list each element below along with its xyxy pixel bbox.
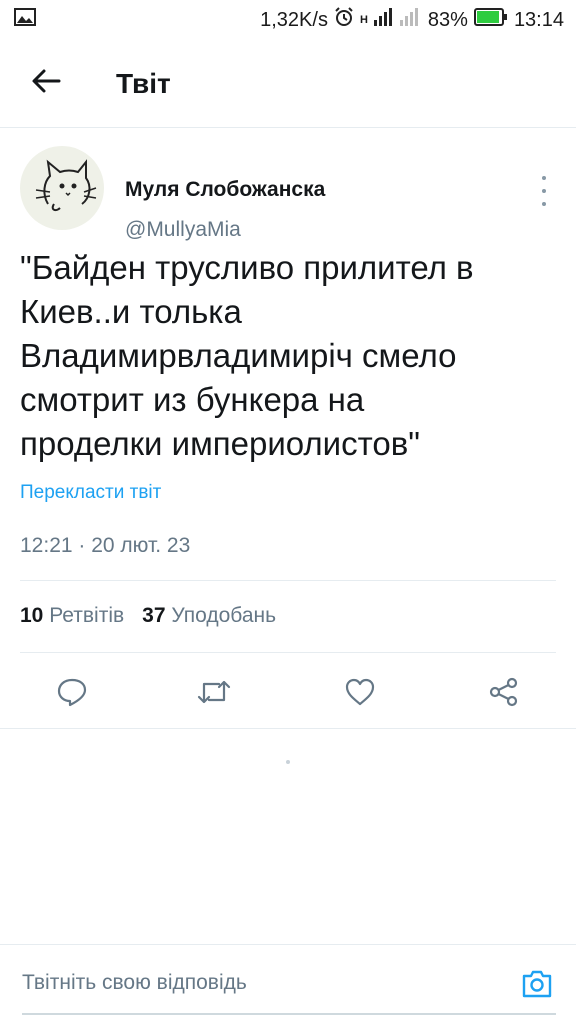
signal-icon [373,8,422,32]
tweet-text-line: смотрит из бункера на [20,381,365,418]
author-name[interactable]: Муля Слобожанска [125,178,325,202]
top-bar: Твіт [0,40,576,128]
status-bar: 1,32K/s H 83% 13:14 [0,0,576,40]
reply-button[interactable] [48,670,96,718]
alarm-icon [334,7,354,33]
back-button[interactable] [14,52,78,116]
divider [20,652,556,653]
likes-stat[interactable]: 37 Уподобань [142,604,276,628]
cat-avatar-icon [35,159,97,212]
input-underline [22,1013,556,1015]
image-icon [14,8,36,32]
reply-bar: Твітніть свою відповідь [0,944,576,1024]
tweet-text-line: Владимирвладимиріч смело [20,337,457,374]
retweets-count: 10 [20,604,44,627]
author-handle[interactable]: @MullyaMia [125,218,241,242]
share-icon [488,677,520,712]
section-divider [0,728,576,729]
clock: 13:14 [513,8,564,31]
retweet-icon [197,678,231,711]
translate-tweet-link[interactable]: Перекласти твіт [20,482,161,504]
author-row: Муля Слобожанска @MullyaMia [20,146,556,241]
camera-icon [520,968,554,1005]
tweet-timestamp: 12:21 · 20 лют. 23 [20,534,191,557]
divider [20,580,556,581]
back-arrow-icon [31,68,61,99]
more-dot [542,202,546,206]
likes-count: 37 [142,604,166,627]
tweet-text-line: "Байден трусливо прилител в [20,249,474,286]
network-type: H [359,14,368,26]
more-dot [542,189,546,193]
camera-button[interactable] [518,967,556,1005]
more-options-button[interactable] [536,176,552,206]
like-icon [344,677,376,712]
battery-icon [473,8,508,32]
network-speed: 1,32K/s [260,8,328,31]
reply-icon [56,677,88,712]
tweet-text-line: Киев..и толька [20,293,242,330]
share-button[interactable] [480,670,528,718]
tweet-text-line: проделки империолистов" [20,425,420,462]
reply-input[interactable]: Твітніть свою відповідь [22,971,247,995]
retweets-label: Ретвітів [49,604,125,627]
like-button[interactable] [336,670,384,718]
loading-dot [286,760,290,764]
avatar[interactable] [20,146,104,230]
action-bar [0,670,576,728]
engagement-stats: 10 Ретвітів 37 Уподобань [20,604,276,628]
retweets-stat[interactable]: 10 Ретвітів [20,604,124,628]
page-title: Твіт [116,67,171,99]
battery-percent: 83% [427,8,468,31]
more-vertical-icon [542,176,546,180]
tweet-text: "Байден трусливо прилител в Киев..и толь… [20,246,556,466]
likes-label: Уподобань [171,604,277,627]
retweet-button[interactable] [190,670,238,718]
